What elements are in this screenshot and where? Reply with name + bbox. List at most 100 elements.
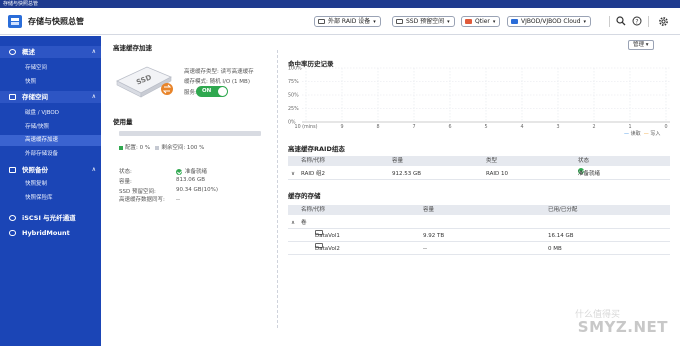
x-tick-label: 9	[340, 124, 343, 130]
sidebar-item-disks[interactable]: 磁盘 / VJBOD	[0, 108, 101, 119]
bypass-value: --	[176, 197, 180, 203]
capacity-value: 813.06 GB	[176, 177, 206, 183]
chevron-down-icon: ▾	[492, 19, 496, 25]
sidebar-item-snapshot-replica[interactable]: 快照复制	[0, 179, 101, 190]
legend-read-label: 读取	[630, 131, 641, 137]
sidebar-section-storage[interactable]: 存储空间 ∧	[0, 91, 101, 103]
x-tick-label: 0	[664, 124, 667, 130]
sidebar-section-label: 快照备份	[22, 166, 48, 174]
raid-table-header: 名称/代称 容量 类型 状态	[288, 156, 670, 166]
x-tick-label: 2	[592, 124, 595, 130]
ssd-reserved-label: SSD 预留空间:	[119, 189, 156, 195]
sidebar-item-snapshot-vault[interactable]: 快照保险库	[0, 193, 101, 204]
col-name: 名称/代称	[301, 207, 325, 213]
col-status: 状态	[578, 158, 590, 164]
col-used: 已用/已分配	[548, 207, 578, 213]
sidebar-section-snapshot-backup[interactable]: 快照备份 ∧	[0, 164, 101, 176]
vjbod-button[interactable]: VJBOD/VJBOD Cloud ▾	[507, 16, 592, 27]
group-name: 卷	[301, 220, 307, 226]
table-group-row[interactable]: ∧ 卷	[288, 217, 670, 229]
usage-legend: 配置: 0 % 剩余空间: 100 %	[119, 143, 204, 151]
volume-capacity: 9.92 TB	[423, 233, 445, 239]
x-tick-label: 10 (mins)	[295, 124, 318, 130]
y-tick-label: 100%	[288, 66, 302, 72]
col-capacity: 容量	[423, 207, 435, 213]
chevron-down-icon[interactable]: ∨	[291, 168, 295, 180]
help-icon[interactable]: ?	[631, 16, 642, 27]
sidebar-section-label: 概述	[22, 48, 35, 56]
status-label: 状态:	[119, 169, 132, 175]
y-tick-label: 75%	[288, 79, 299, 85]
search-icon[interactable]	[615, 16, 626, 27]
capacity-label: 容量:	[119, 179, 132, 185]
cache-type: 高速缓存类型: 读写高速缓存	[184, 69, 254, 75]
ssd-icon	[396, 19, 403, 24]
cache-mode: 缓存模式: 随机 I/O (1 MB)	[184, 79, 250, 85]
x-tick-label: 5	[484, 124, 487, 130]
usage-legend-free: 剩余空间: 100 %	[161, 145, 205, 151]
app-header: 存储与快照总管 外部 RAID 设备 ▾ SSD 预留空间 ▾ Qtier ▾ VJB…	[0, 8, 680, 35]
external-raid-label: 外部 RAID 设备	[328, 18, 371, 25]
manage-button[interactable]: 管理 ▾	[628, 40, 654, 50]
sidebar-section-overview[interactable]: 概述 ∧	[0, 46, 101, 58]
check-icon	[176, 168, 182, 175]
table-row[interactable]: DataVol1 9.92 TB 16.14 GB	[288, 230, 670, 242]
table-row[interactable]: DataVol2 -- 0 MB	[288, 243, 670, 255]
vjbod-icon	[511, 19, 518, 24]
service-label: 服务:	[184, 90, 197, 96]
free-legend-swatch	[155, 145, 160, 150]
qtier-button[interactable]: Qtier ▾	[461, 16, 501, 27]
volume-used: 16.14 GB	[548, 233, 574, 239]
gear-icon[interactable]	[658, 16, 669, 27]
usage-legend-used: 配置: 0 %	[125, 145, 151, 151]
x-tick-label: 3	[556, 124, 559, 130]
service-toggle[interactable]: ON	[196, 86, 228, 97]
toolbar-divider	[609, 16, 610, 27]
sidebar-section-iscsi[interactable]: iSCSI 与光纤通道	[0, 212, 101, 224]
vjbod-label: VJBOD/VJBOD Cloud	[521, 18, 581, 25]
raid-table-title: 高速缓存RAID组态	[288, 145, 345, 153]
ssd-profiling-label: SSD 预留空间	[406, 18, 445, 25]
cached-table-title: 缓存的存储	[288, 192, 321, 200]
sidebar-section-label: HybridMount	[22, 229, 70, 237]
raid-type: RAID 10	[486, 171, 508, 177]
sidebar-item-external-storage[interactable]: 外部存储设备	[0, 149, 101, 160]
usage-title: 使用量	[113, 118, 133, 126]
usage-bar	[119, 131, 261, 136]
external-raid-button[interactable]: 外部 RAID 设备 ▾	[314, 16, 381, 27]
raid-status-text: 准备就绪	[578, 171, 601, 177]
volume-name-text: DataVol1	[315, 233, 340, 239]
toolbar-divider	[648, 16, 649, 27]
volume-capacity: --	[423, 246, 427, 252]
legend-read-marker: —	[624, 131, 629, 137]
chevron-down-icon: ▾	[645, 42, 649, 48]
sidebar-item-snapshots[interactable]: 快照	[0, 77, 101, 88]
table-row[interactable]: ∨ RAID 组2 912.53 GB RAID 10 准备就绪	[288, 168, 670, 180]
sidebar: 概述 ∧ 存储空间 快照 存储空间 ∧ 磁盘 / VJBOD 存储/快照 高速缓存加…	[0, 36, 101, 346]
legend-write-marker: —	[643, 131, 649, 137]
iscsi-icon	[9, 215, 16, 221]
x-tick-label: 7	[412, 124, 415, 130]
chevron-up-icon: ∧	[91, 48, 96, 55]
raid-name: RAID 组2	[301, 171, 325, 177]
snapshot-backup-icon	[9, 167, 16, 173]
volume-name-text: DataVol2	[315, 246, 340, 252]
col-capacity: 容量	[392, 158, 404, 164]
sidebar-section-hybridmount[interactable]: HybridMount	[0, 227, 101, 239]
legend-write-label: 写入	[650, 131, 661, 137]
window-title: 存储与快照总管	[0, 0, 680, 8]
ssd-reserved-value: 90.34 GB(10%)	[176, 187, 219, 193]
x-tick-label: 6	[448, 124, 451, 130]
ssd-profiling-button[interactable]: SSD 预留空间 ▾	[392, 16, 455, 27]
chevron-up-icon[interactable]: ∧	[291, 217, 295, 229]
sidebar-item-cache-acceleration[interactable]: 高速缓存加速	[0, 135, 101, 146]
raid-device-icon	[318, 19, 325, 24]
used-legend-swatch	[119, 145, 123, 150]
status-value: 准备就绪	[176, 167, 207, 175]
storage-app-icon	[8, 15, 22, 28]
sidebar-item-storage-snapshots[interactable]: 存储/快照	[0, 122, 101, 133]
qtier-icon	[465, 19, 472, 24]
hit-rate-chart: 100%75%50%25%0%10 (mins) 9 8 7 6 5 4 3 2 1 0	[288, 66, 670, 130]
chevron-down-icon: ▾	[583, 19, 587, 25]
sidebar-item-storage-space[interactable]: 存储空间	[0, 63, 101, 74]
